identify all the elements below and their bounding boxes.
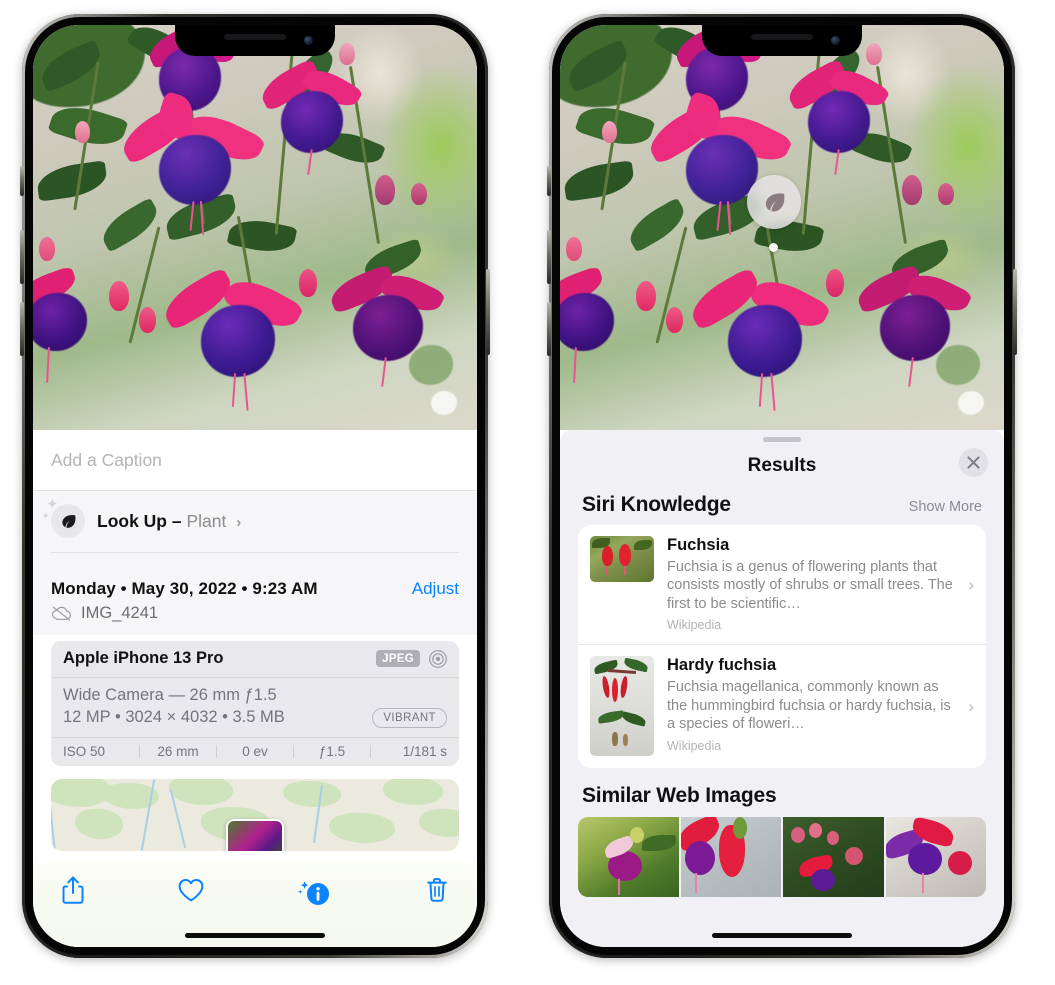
look-up-subject: Plant: [186, 510, 227, 531]
volume-up-button[interactable]: [20, 230, 24, 284]
photo-fuchsia[interactable]: [33, 25, 477, 430]
result-title: Fuchsia: [667, 536, 730, 554]
exif-stat: ƒ1.5: [318, 743, 346, 759]
location-map-thumbnail[interactable]: [51, 778, 459, 851]
look-up-section: ✦ ✦ Look Up – Plant ›: [33, 491, 477, 569]
visual-lookup-badge[interactable]: [747, 175, 801, 229]
right-iphone-frame: Results Siri Knowledge Show More Fuchsia…: [547, 14, 1017, 958]
sparkle-small-icon: ✦: [42, 511, 50, 521]
photo-info-sheet: Add a Caption ✦ ✦ Look Up – Plant › Mond…: [33, 430, 477, 947]
power-button[interactable]: [486, 269, 490, 355]
result-source: Wikipedia: [667, 738, 722, 753]
list-item[interactable]: Fuchsia Fuchsia is a genus of flowering …: [578, 525, 986, 644]
left-iphone-frame: Add a Caption ✦ ✦ Look Up – Plant › Mond…: [20, 14, 490, 958]
siri-knowledge-card-list: Fuchsia Fuchsia is a genus of flowering …: [578, 525, 986, 769]
result-source: Wikipedia: [667, 618, 722, 633]
result-title: Hardy fuchsia: [667, 656, 777, 675]
result-description: Fuchsia magellanica, commonly known as t…: [667, 679, 951, 733]
device-name: Apple iPhone 13 Pro: [63, 649, 224, 667]
results-title: Results: [747, 455, 817, 476]
volume-up-button[interactable]: [547, 230, 551, 284]
similar-image-thumbnail[interactable]: [885, 817, 986, 898]
similar-web-images-strip: [560, 817, 1004, 898]
cloud-slash-icon: [51, 606, 72, 621]
results-header: Results: [560, 442, 1004, 490]
exif-stat: 1/181 s: [402, 743, 447, 759]
earpiece-speaker: [224, 34, 286, 40]
home-indicator[interactable]: [712, 933, 852, 938]
chevron-right-icon: ›: [968, 696, 974, 716]
similar-web-images-title: Similar Web Images: [582, 784, 777, 808]
delete-button[interactable]: [425, 876, 449, 909]
caption-placeholder[interactable]: Add a Caption: [51, 450, 162, 471]
photo-location-pin[interactable]: [226, 818, 284, 851]
show-more-button[interactable]: Show More: [909, 499, 982, 515]
aperture-icon: [428, 649, 448, 669]
exif-stats-row: ISO 50 26 mm 0 ev ƒ1.5 1/181 s: [51, 736, 459, 766]
similar-image-thumbnail[interactable]: [578, 817, 679, 898]
mute-switch[interactable]: [20, 166, 24, 196]
result-thumbnail: [590, 656, 654, 757]
right-screen: Results Siri Knowledge Show More Fuchsia…: [560, 25, 1004, 947]
lens-line: Wide Camera — 26 mm ƒ1.5: [63, 685, 277, 704]
home-indicator[interactable]: [185, 933, 325, 938]
photographic-style-badge: VIBRANT: [372, 707, 447, 728]
look-up-label: Look Up – Plant ›: [97, 511, 241, 532]
volume-down-button[interactable]: [20, 302, 24, 356]
front-camera-icon: [304, 36, 313, 45]
file-name: IMG_4241: [81, 603, 159, 622]
adjust-button[interactable]: Adjust: [412, 579, 459, 599]
look-up-text: Look Up –: [97, 510, 182, 531]
favorite-button[interactable]: [177, 877, 205, 908]
left-screen: Add a Caption ✦ ✦ Look Up – Plant › Mond…: [33, 25, 477, 947]
power-button[interactable]: [1013, 269, 1017, 355]
date-section: Monday • May 30, 2022 • 9:23 AM Adjust I…: [33, 568, 477, 635]
earpiece-speaker: [751, 34, 813, 40]
capture-date: Monday • May 30, 2022 • 9:23 AM: [51, 578, 318, 598]
size-line: 12 MP • 3024 × 4032 • 3.5 MB: [63, 708, 285, 726]
photo-fuchsia[interactable]: [560, 25, 1004, 430]
leaf-icon: [51, 504, 85, 538]
visual-lookup-anchor-dot: [769, 243, 778, 252]
result-description: Fuchsia is a genus of flowering plants t…: [667, 558, 953, 612]
caption-row[interactable]: Add a Caption: [33, 430, 477, 491]
similar-image-thumbnail[interactable]: [783, 817, 884, 898]
similar-image-thumbnail[interactable]: [680, 817, 781, 898]
section-title: Siri Knowledge: [582, 493, 731, 516]
mute-switch[interactable]: [547, 166, 551, 196]
exif-stat: 26 mm: [157, 743, 199, 759]
front-camera-icon: [831, 36, 840, 45]
share-button[interactable]: [61, 875, 85, 910]
bottom-toolbar: [33, 861, 477, 947]
list-item[interactable]: Hardy fuchsia Fuchsia magellanica, commo…: [578, 644, 986, 768]
volume-down-button[interactable]: [547, 302, 551, 356]
notch: [175, 25, 335, 56]
result-thumbnail: [590, 536, 654, 582]
look-up-row[interactable]: ✦ ✦ Look Up – Plant ›: [42, 497, 459, 538]
siri-knowledge-header: Siri Knowledge Show More: [560, 490, 1004, 525]
exif-stat: 0 ev: [242, 743, 268, 759]
notch: [702, 25, 862, 56]
exif-stat: ISO 50: [63, 743, 106, 759]
divider: [51, 552, 459, 553]
info-button[interactable]: [297, 878, 333, 908]
exif-card[interactable]: Apple iPhone 13 Pro JPEG Wide Camera — 2…: [51, 640, 459, 766]
results-sheet: Results Siri Knowledge Show More Fuchsia…: [560, 430, 1004, 947]
chevron-right-icon: ›: [236, 513, 242, 531]
chevron-right-icon: ›: [968, 574, 974, 594]
close-icon[interactable]: [959, 448, 988, 477]
format-badge: JPEG: [376, 650, 420, 667]
